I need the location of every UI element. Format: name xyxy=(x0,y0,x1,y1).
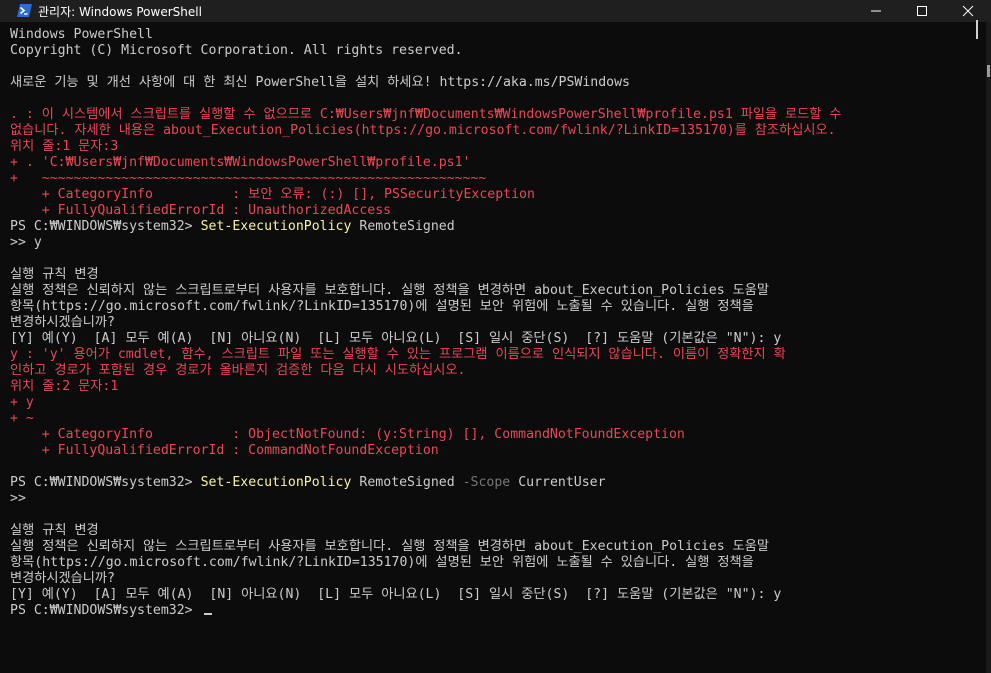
command-argument: RemoteSigned xyxy=(359,475,455,490)
window-title: 관리자: Windows PowerShell xyxy=(38,5,202,19)
error-line: + CategoryInfo : 보안 오류: (:) [], PSSecuri… xyxy=(10,187,535,202)
command-name: Set-ExecutionPolicy xyxy=(200,219,352,234)
error-line: + FullyQualifiedErrorId : UnauthorizedAc… xyxy=(10,203,392,218)
error-line: + ~ xyxy=(10,411,34,426)
close-icon xyxy=(962,5,974,17)
scrollbar-thumb[interactable] xyxy=(987,65,990,77)
error-line: + FullyQualifiedErrorId : CommandNotFoun… xyxy=(10,443,439,458)
console-line: >> y xyxy=(10,235,42,250)
scrollbar[interactable] xyxy=(986,22,991,673)
error-line: 위치 줄:1 문자:3 xyxy=(10,139,119,154)
error-line: + y xyxy=(10,395,34,410)
error-line: y : 'y' 용어가 cmdlet, 함수, 스크립트 파일 또는 실행할 수… xyxy=(10,347,786,362)
error-line: + . 'C:₩Users₩jnf₩Documents₩WindowsPower… xyxy=(10,155,471,170)
console-line: Windows PowerShell xyxy=(10,27,153,42)
minimize-button[interactable] xyxy=(853,0,899,22)
prompt-line: PS C:₩WINDOWS₩system32> Set-ExecutionPol… xyxy=(10,475,842,491)
powershell-icon xyxy=(17,4,32,17)
console-line: 실행 규칙 변경 xyxy=(10,523,99,538)
error-line: 위치 줄:2 문자:1 xyxy=(10,379,119,394)
error-line: 없습니다. 자세한 내용은 about_Execution_Policies(h… xyxy=(10,123,836,138)
console-line: Copyright (C) Microsoft Corporation. All… xyxy=(10,43,463,58)
error-line: + CategoryInfo : ObjectNotFound: (y:Stri… xyxy=(10,427,685,442)
prompt: PS C:₩WINDOWS₩system32> xyxy=(10,603,201,618)
console-line: 실행 정책은 신뢰하지 않는 스크립트로부터 사용자를 보호합니다. 실행 정책… xyxy=(10,539,769,554)
console-line: 변경하시겠습니까? xyxy=(10,571,115,586)
error-line: . : 이 시스템에서 스크립트를 실행할 수 없으므로 C:₩Users₩jn… xyxy=(10,107,842,122)
error-line: + ~~~~~~~~~~~~~~~~~~~~~~~~~~~~~~~~~~~~~~… xyxy=(10,171,487,186)
console-line: >> xyxy=(10,491,26,506)
scroll-marker xyxy=(976,20,978,39)
console-line: 항목(https://go.microsoft.com/fwlink/?Link… xyxy=(10,555,754,570)
command-name: Set-ExecutionPolicy xyxy=(200,475,352,490)
close-button[interactable] xyxy=(945,0,991,22)
command-parameter: -Scope xyxy=(462,475,511,490)
prompt-line[interactable]: PS C:₩WINDOWS₩system32> xyxy=(10,603,842,619)
console-line: [Y] 예(Y) [A] 모두 예(A) [N] 아니요(N) [L] 모두 아… xyxy=(10,587,782,602)
maximize-icon xyxy=(917,6,927,16)
console-line: 항목(https://go.microsoft.com/fwlink/?Link… xyxy=(10,299,754,314)
command-parameter-value: CurrentUser xyxy=(518,475,606,490)
prompt: PS C:₩WINDOWS₩system32> xyxy=(10,219,201,234)
title-bar[interactable]: 관리자: Windows PowerShell xyxy=(0,0,991,22)
error-line: 인하고 경로가 포함된 경우 경로가 올바른지 검증한 다음 다시 시도하십시오… xyxy=(10,363,466,378)
command-argument: RemoteSigned xyxy=(359,219,455,234)
console-line: 실행 규칙 변경 xyxy=(10,267,99,282)
minimize-icon xyxy=(871,10,881,12)
console-line: [Y] 예(Y) [A] 모두 예(A) [N] 아니요(N) [L] 모두 아… xyxy=(10,331,782,346)
console-output[interactable]: Windows PowerShell Copyright (C) Microso… xyxy=(0,22,991,673)
console-line: 실행 정책은 신뢰하지 않는 스크립트로부터 사용자를 보호합니다. 실행 정책… xyxy=(10,283,769,298)
maximize-button[interactable] xyxy=(899,0,945,22)
text-cursor xyxy=(203,613,212,615)
prompt: PS C:₩WINDOWS₩system32> xyxy=(10,475,201,490)
prompt-line: PS C:₩WINDOWS₩system32> Set-ExecutionPol… xyxy=(10,219,842,235)
console-line: 변경하시겠습니까? xyxy=(10,315,115,330)
console-line: 새로운 기능 및 개선 사항에 대 한 최신 PowerShell을 설치 하세… xyxy=(10,75,630,90)
